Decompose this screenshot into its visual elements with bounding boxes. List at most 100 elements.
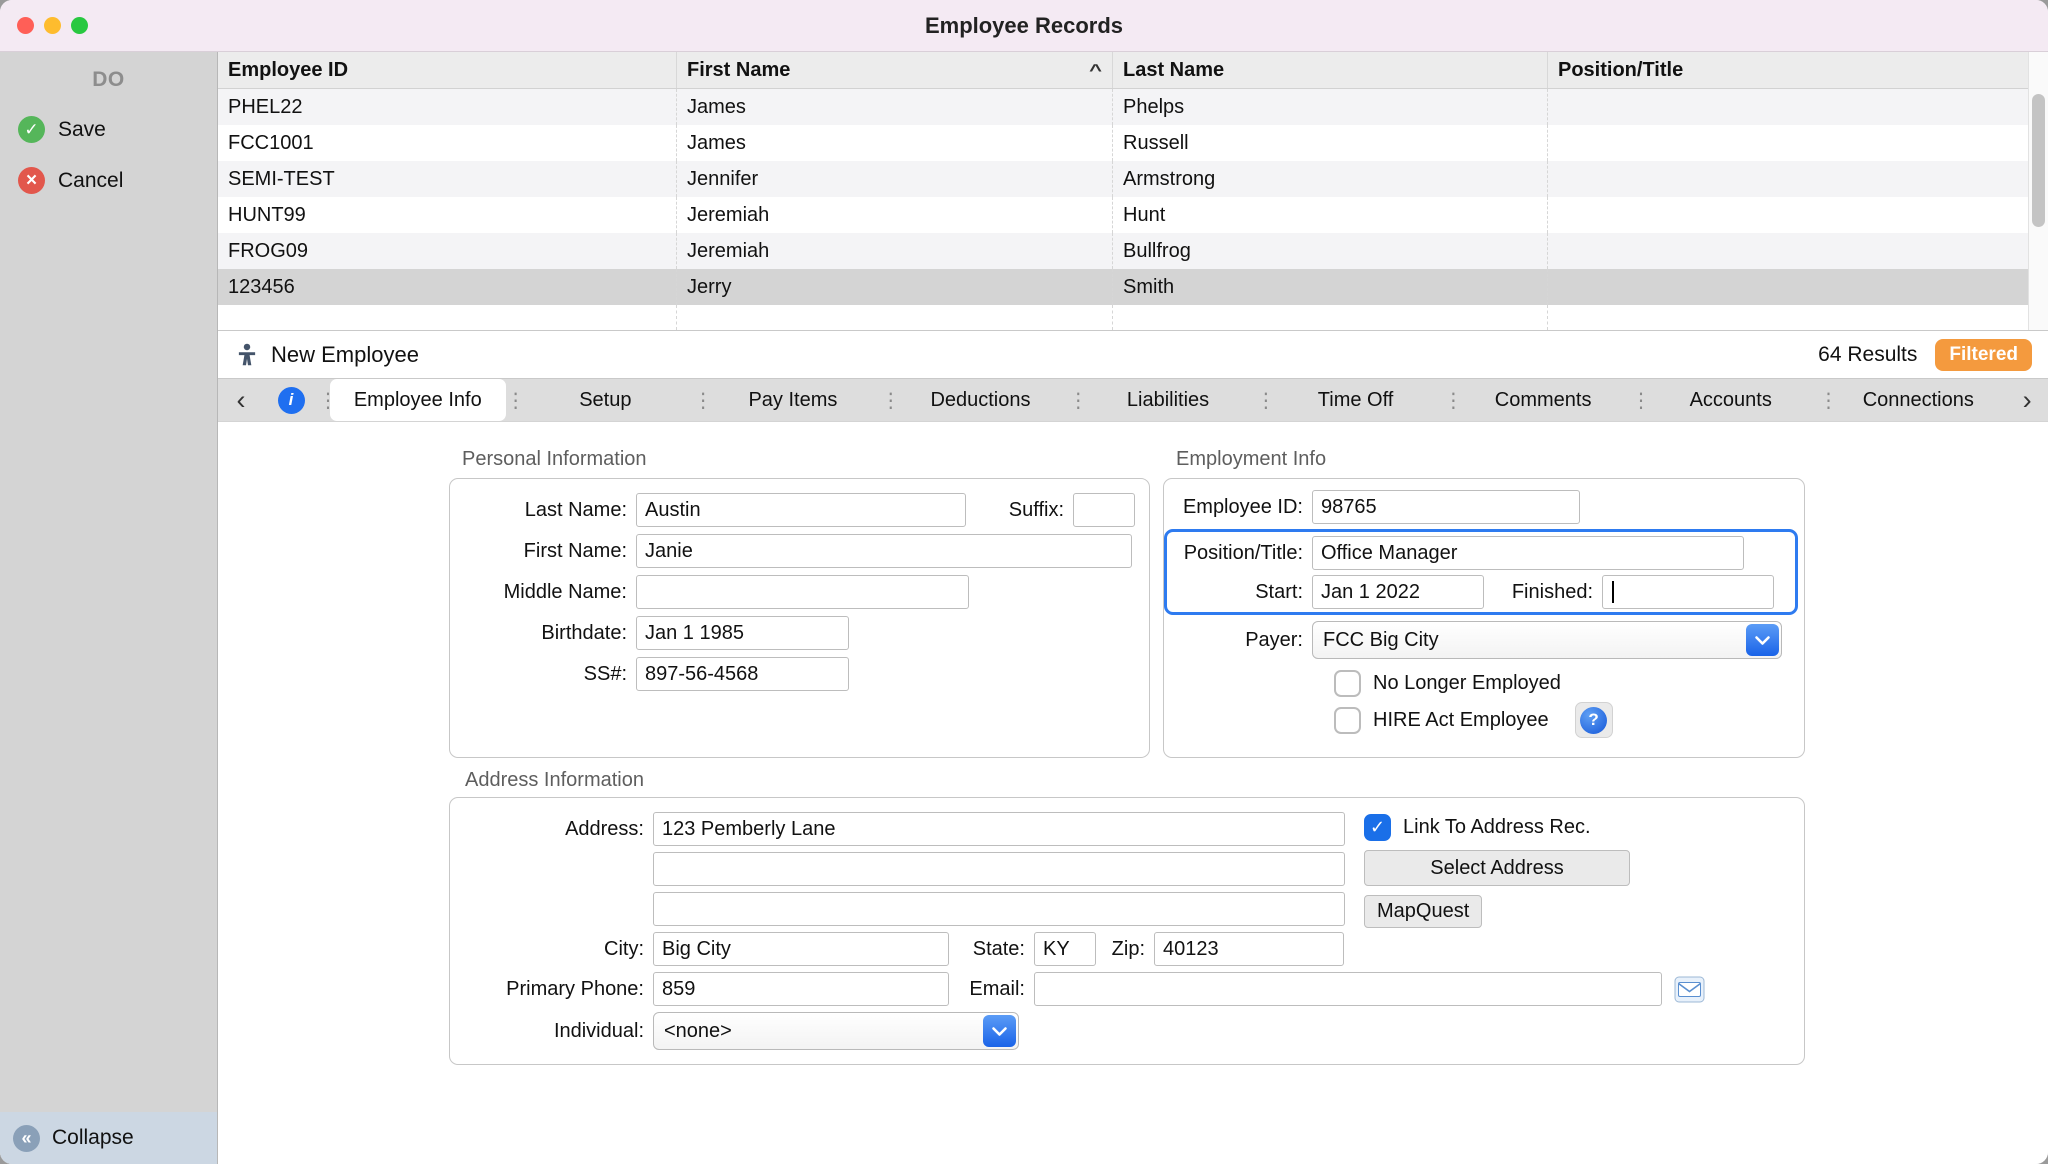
email-input[interactable] [1034, 972, 1662, 1006]
last-name-input[interactable] [636, 493, 966, 527]
middle-name-label: Middle Name: [450, 581, 636, 604]
tab-accounts[interactable]: Accounts [1643, 379, 1819, 421]
tabs-scroll-left-button[interactable]: ‹ [218, 380, 264, 420]
tabs-scroll-right-button[interactable]: › [2006, 380, 2048, 420]
position-title-input[interactable] [1312, 536, 1744, 570]
tab-setup[interactable]: Setup [518, 379, 694, 421]
scrollbar-thumb[interactable] [2032, 94, 2045, 227]
cell-employee-id: HUNT99 [218, 197, 677, 233]
cell-position-title [1548, 161, 2048, 197]
table-row-selected[interactable]: 123456 Jerry Smith [218, 269, 2048, 305]
tabbar: ‹ i ⋮ Employee Info ⋮ Setup ⋮ Pay Items … [218, 378, 2048, 422]
table-empty-space [218, 305, 2048, 330]
vertical-scrollbar[interactable] [2028, 52, 2048, 330]
middle-name-input[interactable] [636, 575, 969, 609]
hire-act-row: ✓ HIRE Act Employee ? [1334, 702, 1804, 738]
zip-label: Zip: [1096, 938, 1154, 961]
suffix-input[interactable] [1073, 493, 1135, 527]
record-info-button[interactable]: i [264, 387, 318, 414]
payer-select[interactable]: FCC Big City [1312, 621, 1782, 659]
collapse-button[interactable]: « Collapse [0, 1112, 217, 1164]
chevron-down-icon [1754, 635, 1771, 646]
cancel-x-icon: × [18, 167, 45, 194]
address-line2-input[interactable] [653, 852, 1345, 886]
employee-id-input[interactable] [1312, 490, 1580, 524]
window-title: Employee Records [0, 13, 2048, 39]
close-button[interactable] [17, 17, 34, 34]
tab-separator-icon: ⋮ [1443, 388, 1455, 413]
table-row[interactable]: FCC1001 James Russell [218, 125, 2048, 161]
tab-employee-info[interactable]: Employee Info [330, 379, 506, 421]
tab-separator-icon: ⋮ [693, 388, 705, 413]
cell-last-name: Smith [1113, 269, 1548, 305]
cell-position-title [1548, 269, 2048, 305]
table-row[interactable]: SEMI-TEST Jennifer Armstrong [218, 161, 2048, 197]
address-line3-input[interactable] [653, 892, 1345, 926]
email-app-icon[interactable] [1674, 976, 1705, 1003]
cell-last-name: Phelps [1113, 89, 1548, 125]
zip-input[interactable] [1154, 932, 1344, 966]
tab-separator-icon: ⋮ [1068, 388, 1080, 413]
column-header-first-name[interactable]: First Name^ [677, 52, 1113, 88]
city-state-zip-row: City: State: Zip: [450, 932, 1804, 966]
collapse-label: Collapse [52, 1126, 134, 1150]
city-label: City: [450, 938, 653, 961]
tab-comments[interactable]: Comments [1455, 379, 1631, 421]
finished-input[interactable] [1602, 575, 1774, 609]
table-row[interactable]: FROG09 Jeremiah Bullfrog [218, 233, 2048, 269]
no-longer-employed-checkbox[interactable]: ✓ [1334, 670, 1361, 697]
mapquest-button[interactable]: MapQuest [1364, 895, 1482, 928]
birthdate-input[interactable] [636, 616, 849, 650]
city-input[interactable] [653, 932, 949, 966]
last-name-label: Last Name: [450, 499, 636, 522]
select-address-button[interactable]: Select Address [1364, 850, 1630, 886]
address-label: Address: [450, 818, 653, 841]
phone-input[interactable] [653, 972, 949, 1006]
column-header-position-title[interactable]: Position/Title [1548, 52, 2048, 88]
link-address-checkbox[interactable]: ✓ [1364, 814, 1391, 841]
zoom-button[interactable] [71, 17, 88, 34]
cell-last-name: Russell [1113, 125, 1548, 161]
no-longer-employed-label: No Longer Employed [1373, 672, 1561, 695]
cell-first-name: James [677, 125, 1113, 161]
individual-label: Individual: [450, 1020, 653, 1043]
minimize-button[interactable] [44, 17, 61, 34]
no-longer-employed-row: ✓ No Longer Employed [1334, 670, 1804, 697]
employee-info-form: Personal Information Last Name: Suffix: … [218, 422, 2048, 1164]
table-row[interactable]: HUNT99 Jeremiah Hunt [218, 197, 2048, 233]
start-finished-row: Start: Finished: [1167, 575, 1795, 609]
payer-value: FCC Big City [1313, 629, 1746, 652]
column-header-employee-id[interactable]: Employee ID [218, 52, 677, 88]
collapse-chevrons-icon: « [13, 1125, 40, 1152]
first-name-input[interactable] [636, 534, 1132, 568]
individual-dropdown-button[interactable] [983, 1015, 1016, 1047]
hire-act-checkbox[interactable]: ✓ [1334, 707, 1361, 734]
sidebar-section-label: DO [0, 52, 217, 92]
filtered-badge[interactable]: Filtered [1935, 339, 2032, 371]
column-header-last-name[interactable]: Last Name [1113, 52, 1548, 88]
phone-label: Primary Phone: [450, 978, 653, 1001]
start-input[interactable] [1312, 575, 1484, 609]
ssn-input[interactable] [636, 657, 849, 691]
sidebar: DO ✓ Save × Cancel « Collapse [0, 52, 218, 1164]
address-line1-input[interactable] [653, 812, 1345, 846]
individual-select[interactable]: <none> [653, 1012, 1019, 1050]
cancel-button[interactable]: × Cancel [0, 155, 217, 206]
tab-time-off[interactable]: Time Off [1268, 379, 1444, 421]
save-button[interactable]: ✓ Save [0, 104, 217, 155]
tab-separator-icon: ⋮ [1819, 388, 1831, 413]
state-input[interactable] [1034, 932, 1096, 966]
payer-dropdown-button[interactable] [1746, 624, 1779, 656]
table-row[interactable]: PHEL22 James Phelps [218, 89, 2048, 125]
ssn-label: SS#: [450, 663, 636, 686]
cell-employee-id: SEMI-TEST [218, 161, 677, 197]
record-title: New Employee [271, 342, 419, 368]
tab-pay-items[interactable]: Pay Items [705, 379, 881, 421]
cell-last-name: Armstrong [1113, 161, 1548, 197]
tab-deductions[interactable]: Deductions [893, 379, 1069, 421]
tab-connections[interactable]: Connections [1831, 379, 2007, 421]
hire-act-help-button[interactable]: ? [1575, 702, 1613, 738]
chevron-down-icon [991, 1026, 1008, 1037]
tab-liabilities[interactable]: Liabilities [1080, 379, 1256, 421]
finished-field-wrap [1602, 575, 1774, 609]
